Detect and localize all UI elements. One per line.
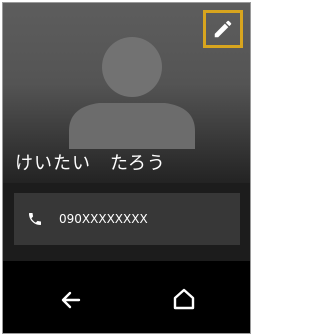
edit-button[interactable] bbox=[203, 10, 243, 48]
pencil-icon bbox=[214, 20, 232, 38]
phone-icon bbox=[27, 210, 45, 228]
contact-header: けいたい たろう bbox=[3, 3, 250, 183]
phone-screen: けいたい たろう 090XXXXXXXX bbox=[2, 2, 251, 334]
home-button[interactable] bbox=[171, 287, 197, 311]
contact-details: 090XXXXXXXX bbox=[3, 183, 250, 261]
contact-name: けいたい たろう bbox=[15, 153, 166, 174]
phone-number: 090XXXXXXXX bbox=[59, 212, 148, 226]
back-arrow-icon bbox=[61, 291, 81, 309]
back-button[interactable] bbox=[59, 289, 83, 311]
phone-number-row[interactable]: 090XXXXXXXX bbox=[14, 193, 240, 245]
home-icon bbox=[173, 288, 195, 310]
navigation-bar bbox=[3, 261, 250, 333]
